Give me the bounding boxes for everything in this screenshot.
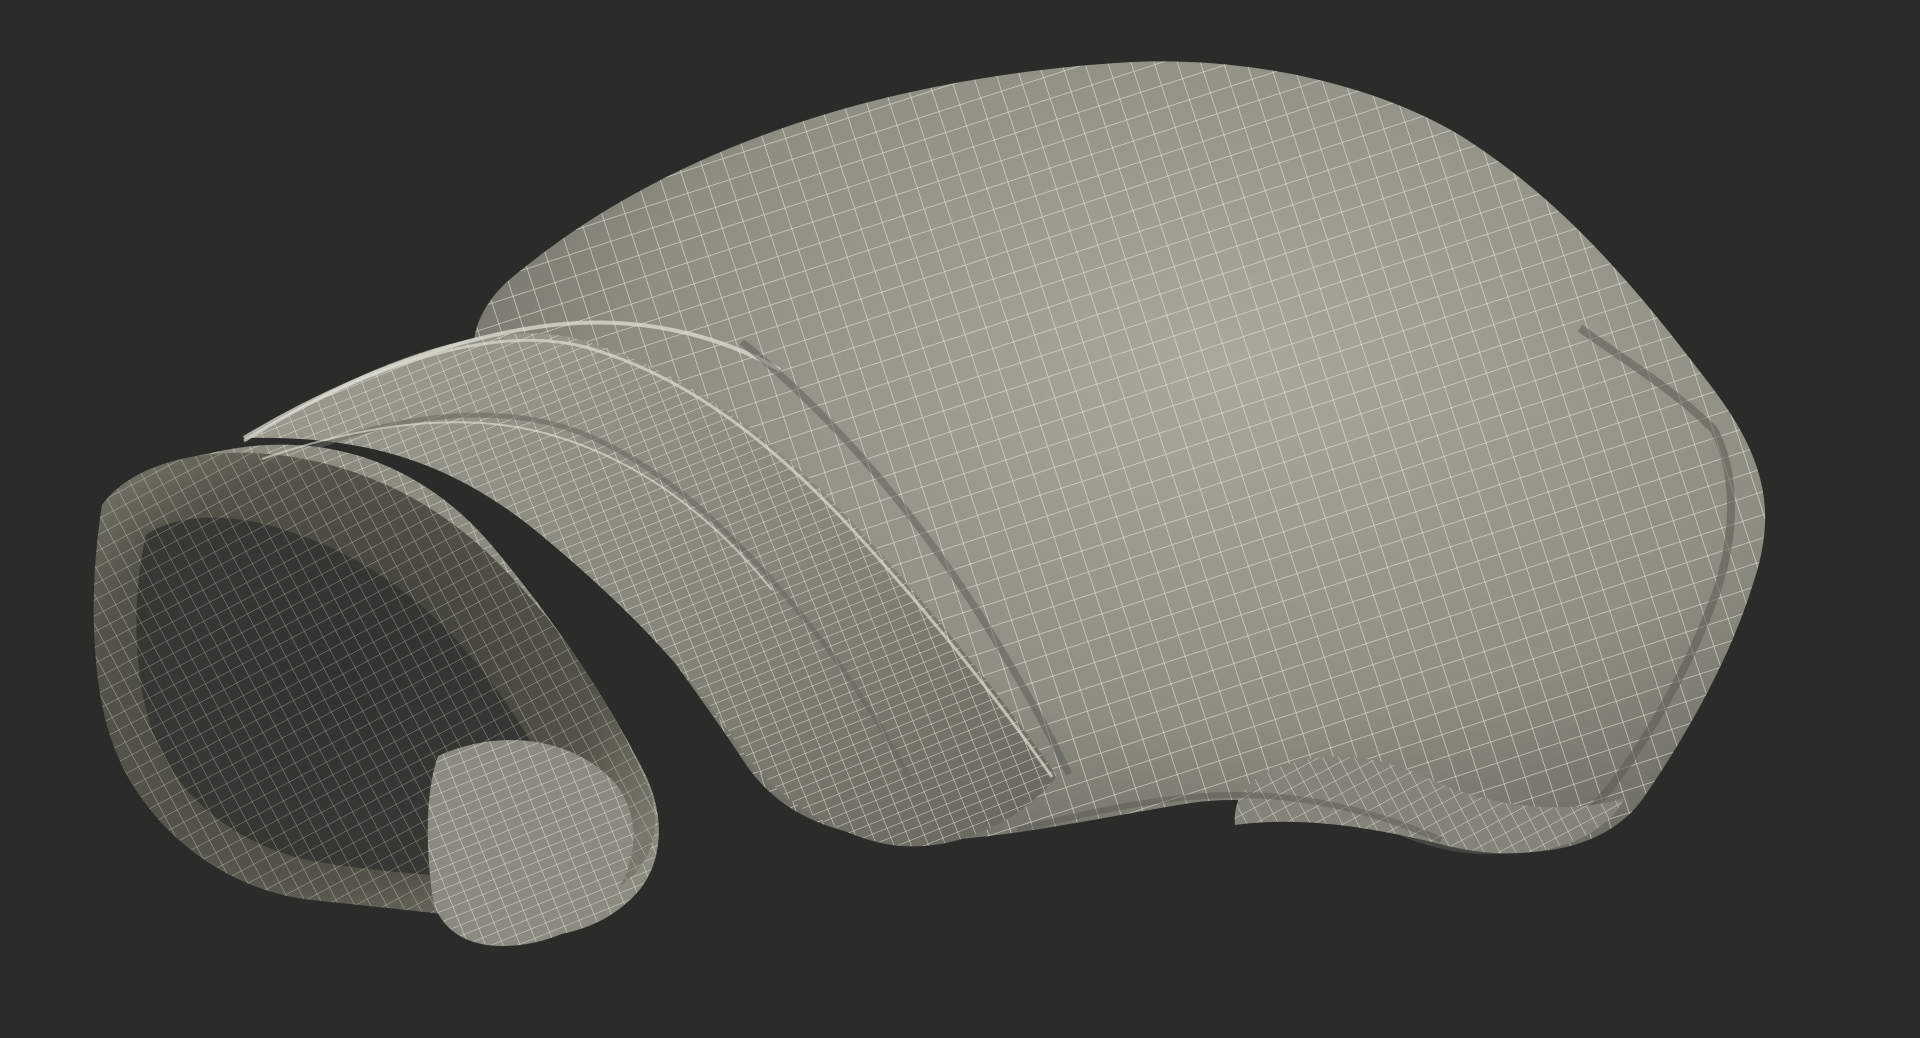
render-viewport xyxy=(0,0,1920,1038)
glove-wireframe-render xyxy=(93,61,1766,946)
